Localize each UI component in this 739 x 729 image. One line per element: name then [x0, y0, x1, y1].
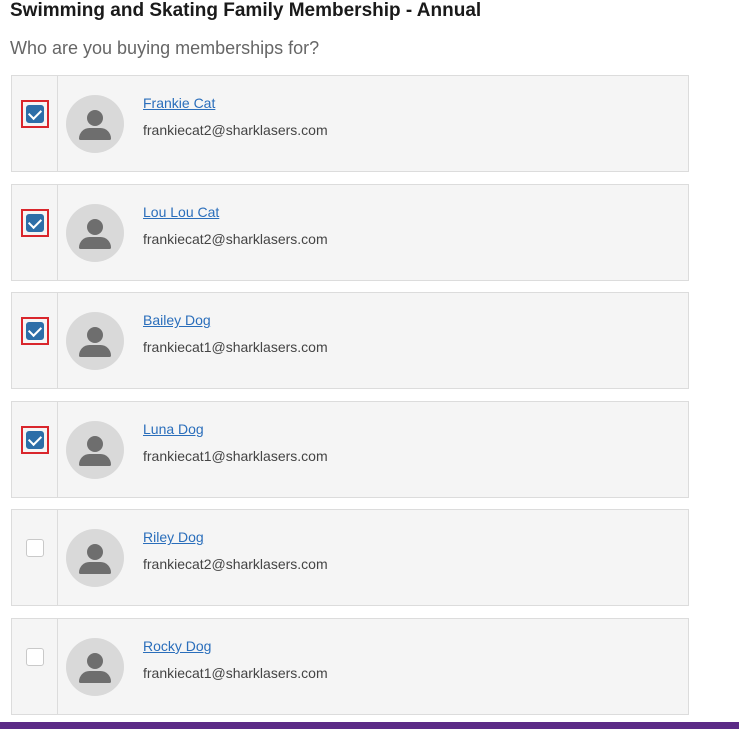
check-icon [27, 105, 43, 121]
member-checkbox[interactable] [26, 647, 44, 666]
member-checkbox[interactable] [26, 430, 44, 449]
member-name-link[interactable]: Riley Dog [143, 529, 204, 545]
member-row: Bailey Dog frankiecat1@sharklasers.com [11, 292, 689, 390]
member-name-link[interactable]: Rocky Dog [143, 638, 211, 654]
member-name-link[interactable]: Lou Lou Cat [143, 204, 219, 220]
member-email: frankiecat2@sharklasers.com [143, 122, 328, 138]
member-name-link[interactable]: Bailey Dog [143, 312, 211, 328]
member-name-link[interactable]: Luna Dog [143, 421, 204, 437]
checkbox-cell [12, 510, 58, 606]
user-avatar-icon [66, 95, 124, 153]
check-icon [27, 431, 43, 446]
user-avatar-icon [66, 637, 124, 696]
member-checkbox[interactable] [26, 105, 44, 123]
member-email: frankiecat1@sharklasers.com [143, 447, 328, 464]
member-list: Frankie Cat frankiecat2@sharklasers.com … [11, 75, 689, 727]
user-avatar-icon [66, 529, 124, 588]
member-row: Frankie Cat frankiecat2@sharklasers.com [11, 75, 689, 172]
checkbox-cell [12, 293, 58, 389]
member-email: frankiecat2@sharklasers.com [143, 230, 328, 247]
page-subtitle: Who are you buying memberships for? [10, 38, 320, 58]
bottom-accent-bar [0, 722, 739, 729]
member-name-link[interactable]: Frankie Cat [143, 95, 215, 111]
user-avatar-icon [66, 312, 124, 371]
checkbox-cell [12, 618, 58, 714]
page-title: Swimming and Skating Family Membership -… [10, 0, 482, 21]
check-icon [27, 323, 43, 338]
member-checkbox[interactable] [26, 213, 44, 232]
member-email: frankiecat1@sharklasers.com [143, 339, 328, 356]
member-email: frankiecat1@sharklasers.com [143, 664, 328, 681]
checkbox-cell [12, 76, 58, 171]
check-icon [27, 214, 43, 229]
member-row: Rocky Dog frankiecat1@sharklasers.com [11, 617, 689, 715]
membership-page: Swimming and Skating Family Membership -… [0, 0, 739, 729]
user-avatar-icon [66, 203, 124, 262]
checkbox-cell [12, 401, 58, 497]
member-row: Lou Lou Cat frankiecat2@sharklasers.com [11, 183, 689, 281]
member-email: frankiecat2@sharklasers.com [143, 556, 328, 573]
user-avatar-icon [66, 420, 124, 479]
checkbox-cell [12, 184, 58, 280]
member-row: Riley Dog frankiecat2@sharklasers.com [11, 509, 689, 607]
member-checkbox[interactable] [26, 539, 44, 558]
member-row: Luna Dog frankiecat1@sharklasers.com [11, 400, 689, 498]
member-checkbox[interactable] [26, 322, 44, 341]
